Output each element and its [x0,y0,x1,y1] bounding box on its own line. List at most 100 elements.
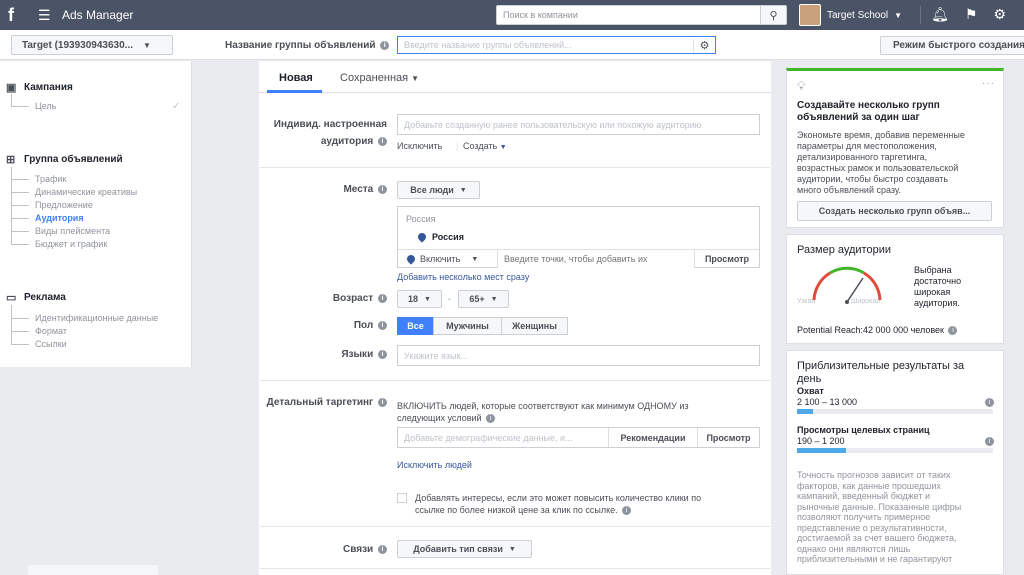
facebook-logo[interactable]: f [0,0,22,30]
account-switcher[interactable]: Target School ▼ [799,4,902,26]
info-icon[interactable]: i [985,437,994,446]
tree-line [11,94,12,106]
info-icon[interactable]: i [380,40,390,50]
info-icon[interactable]: i [985,398,994,407]
note-line: приблизительными и не гарантируют [797,554,953,564]
sidebar-section-ad[interactable]: ▭ Реклама [6,292,66,303]
hamburger-menu-icon[interactable]: ☰ [38,7,54,24]
more-options-icon[interactable]: ··· [982,78,995,89]
info-icon[interactable]: i [486,414,496,424]
info-icon[interactable]: i [378,293,387,303]
location-input[interactable] [498,250,694,268]
monitor-icon: ▭ [6,291,17,304]
sidebar-item-audience[interactable]: Аудитория [35,213,84,223]
sidebar-item-dynamic-creative[interactable]: Динамические креативы [35,187,137,197]
desc-line: аудитория. [914,298,960,308]
sidebar-section-adset[interactable]: ⊞ Группа объявлений [6,154,123,165]
gear-icon[interactable]: ⚙ [993,6,1006,23]
quick-creation-button[interactable]: Режим быстрого создания [880,36,1024,55]
tab-saved-label: Сохраненная [340,72,409,84]
location-item[interactable]: Россия [416,231,464,243]
sidebar-section-label: Кампания [24,82,73,93]
tab-saved[interactable]: Сохраненная ▼ [340,72,419,84]
gender-label: Пол i [300,320,387,331]
expand-interests-text: Добавлять интересы, если это может повыс… [415,492,701,516]
sidebar-item-traffic[interactable]: Трафик [35,174,66,184]
checkmark-icon: ✓ [172,101,181,112]
sidebar-item-placements[interactable]: Виды плейсмента [35,226,110,236]
tab-new[interactable]: Новая [279,72,313,84]
info-icon[interactable]: i [378,349,387,359]
expand-interests-checkbox[interactable] [397,493,407,503]
adset-name-input[interactable] [398,37,693,53]
sidebar-item-links[interactable]: Ссылки [35,339,67,349]
description-text: следующих условий [397,413,482,423]
exclude-people-link[interactable]: Исключить людей [397,460,472,470]
app-title[interactable]: Ads Manager [62,8,133,22]
age-to-dropdown[interactable]: 65+ ▼ [458,290,509,308]
create-multiple-adsets-button[interactable]: Создать несколько групп объяв... [797,201,992,221]
tree-branch [11,179,29,180]
label-text: Места [343,184,374,195]
gear-icon[interactable]: ⚙ [693,38,715,52]
sidebar-item-budget[interactable]: Бюджет и график [35,239,107,249]
label-text: Детальный таргетинг [266,397,374,408]
include-dropdown[interactable]: Включить ▼ [398,250,498,268]
sidebar-item-identity[interactable]: Идентификационные данные [35,313,158,323]
sidebar-item-goal[interactable]: Цель [35,101,56,111]
add-connection-type-button[interactable]: Добавить тип связи ▼ [397,540,532,558]
custom-audience-field [397,114,760,135]
sidebar-section-campaign[interactable]: ▣ Кампания [6,82,73,93]
label-text: аудитория [320,136,374,147]
recommendations-button[interactable]: Рекомендации [608,428,697,447]
note-line: Точность прогнозов зависит от таких [797,470,951,480]
browse-locations-button[interactable]: Просмотр [694,250,759,268]
campaign-select[interactable]: Target (193930943630... ▼ [11,35,173,55]
info-icon[interactable]: i [378,136,387,146]
custom-audience-input[interactable] [398,115,759,134]
desc-line: широкая [914,287,951,297]
note-line: рыночные данные. Показанные цифры [797,501,962,512]
info-icon[interactable]: i [622,506,632,516]
gender-male-button[interactable]: Мужчины [433,317,502,335]
add-multiple-locations-link[interactable]: Добавить несколько мест сразу [397,272,529,282]
sidebar-item-offer[interactable]: Предложение [35,200,93,210]
gender-female-button[interactable]: Женщины [501,317,568,335]
divider [260,380,770,381]
adset-name-field: ⚙ [397,36,716,54]
info-icon[interactable]: i [378,320,387,330]
note-line: позволяют получить примерное [797,512,931,522]
estimated-results-title: Приблизительные результаты за день [797,360,964,386]
estimates-note: Точность прогнозов зависит от таких факт… [797,470,961,565]
sidebar-item-format[interactable]: Формат [35,326,67,336]
info-icon[interactable]: i [378,397,387,407]
places-dropdown[interactable]: Все люди ▼ [397,181,480,199]
detailed-targeting-input[interactable] [398,428,608,447]
landing-views-bar-fill [797,448,846,453]
info-icon[interactable]: i [378,544,387,554]
info-icon[interactable]: i [378,184,387,194]
exclude-link[interactable]: Исключить [397,141,442,151]
detailed-targeting-field: Рекомендации Просмотр [397,427,760,448]
label-text: Связи [343,544,374,555]
note-line: достигаемой за счет вашего бюджета, [797,533,957,543]
bell-icon[interactable]: 🔔︎ [931,6,949,23]
flag-icon[interactable]: ⚑ [965,6,978,23]
multi-adset-tip-card: 💡︎ ··· Создавайте несколько групп объявл… [786,68,1004,228]
tree-branch [11,331,29,332]
desc-line: Выбрана [914,265,952,275]
label-text: Языки [341,349,374,360]
search-icon[interactable]: ⚲ [760,6,786,24]
description-line: следующих условий i [397,412,689,424]
info-icon[interactable]: i [948,326,958,336]
tip-body-line: много объявлений сразу. [797,185,902,195]
age-from-dropdown[interactable]: 18 ▼ [397,290,442,308]
places-dropdown-value: Все люди [410,185,454,195]
chevron-down-icon: ▼ [424,295,431,303]
search-input[interactable] [497,6,760,24]
create-dropdown[interactable]: Создать ▼ [463,141,507,151]
chevron-down-icon: ▼ [143,40,151,50]
gender-all-button[interactable]: Все [397,317,434,335]
languages-input[interactable] [398,346,759,365]
browse-targeting-button[interactable]: Просмотр [697,428,759,447]
